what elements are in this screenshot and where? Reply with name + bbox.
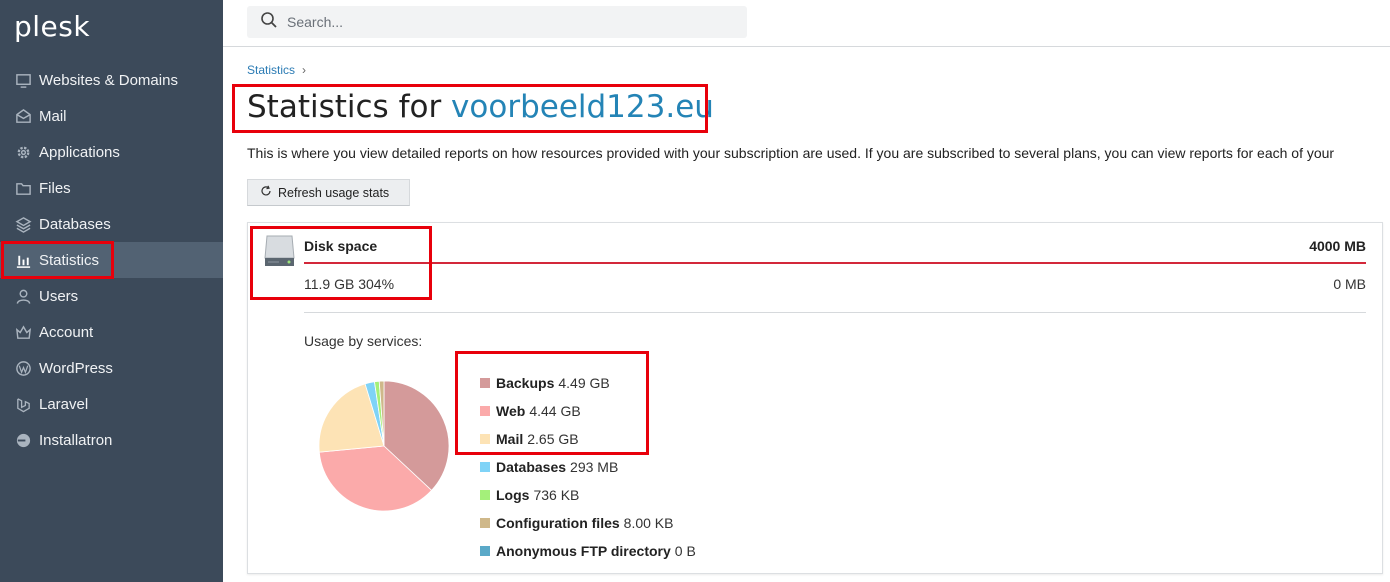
search-icon	[260, 11, 278, 34]
hard-drive-icon	[264, 235, 295, 266]
sidebar-item-statistics[interactable]: Statistics	[0, 242, 223, 278]
legend-name: Web	[496, 403, 526, 419]
usage-pie-chart	[318, 380, 450, 512]
legend-name: Configuration files	[496, 515, 620, 531]
sidebar-item-databases[interactable]: Databases	[0, 206, 223, 242]
legend-swatch	[480, 434, 490, 444]
legend-swatch	[480, 518, 490, 528]
legend-value: 4.49 GB	[558, 375, 610, 391]
legend-item: Backups 4.49 GB	[480, 369, 696, 397]
wordpress-icon	[14, 359, 32, 377]
plesk-logo[interactable]: plesk	[14, 10, 90, 43]
disk-space-used: 11.9 GB 304%	[304, 276, 395, 292]
logo-text: plesk	[14, 10, 91, 43]
legend-swatch	[480, 378, 490, 388]
search-input[interactable]	[287, 14, 727, 30]
sidebar-item-account[interactable]: Account	[0, 314, 223, 350]
disk-space-limit: 4000 MB	[1309, 238, 1366, 254]
installatron-icon	[14, 431, 32, 449]
sidebar-item-label: WordPress	[39, 359, 113, 377]
sidebar-item-installatron[interactable]: Installatron	[0, 422, 223, 458]
legend-name: Anonymous FTP directory	[496, 543, 671, 559]
gear-icon	[14, 143, 32, 161]
search-box[interactable]	[247, 6, 747, 38]
laravel-icon	[14, 395, 32, 413]
sidebar-item-applications[interactable]: Applications	[0, 134, 223, 170]
legend-item: Configuration files 8.00 KB	[480, 509, 696, 537]
legend-item: Databases 293 MB	[480, 453, 696, 481]
sidebar-item-label: Applications	[39, 143, 120, 161]
sidebar-item-label: Statistics	[39, 251, 100, 269]
breadcrumb-statistics-link[interactable]: Statistics	[247, 63, 295, 77]
sidebar-nav: Websites & Domains Mail Applications Fil…	[0, 62, 223, 458]
legend-item: Logs 736 KB	[480, 481, 696, 509]
sidebar-item-users[interactable]: Users	[0, 278, 223, 314]
disk-space-title: Disk space	[304, 238, 378, 254]
bar-chart-icon	[14, 251, 32, 269]
sidebar-item-files[interactable]: Files	[0, 170, 223, 206]
legend-swatch	[480, 546, 490, 556]
refresh-usage-stats-button[interactable]: Refresh usage stats	[247, 179, 410, 206]
sidebar-item-label: Users	[39, 287, 79, 305]
legend-value: 8.00 KB	[623, 515, 674, 531]
page-title-prefix: Statistics for	[247, 89, 452, 125]
legend-swatch	[480, 406, 490, 416]
refresh-button-label: Refresh usage stats	[278, 185, 390, 200]
layers-icon	[14, 215, 32, 233]
panel-divider	[304, 312, 1366, 313]
legend-name: Databases	[496, 459, 567, 475]
legend-item: Mail 2.65 GB	[480, 425, 696, 453]
crown-icon	[14, 323, 32, 341]
sidebar-item-laravel[interactable]: Laravel	[0, 386, 223, 422]
legend-name: Mail	[496, 431, 524, 447]
sidebar-item-label: Mail	[39, 107, 67, 125]
usage-legend: Backups 4.49 GB Web 4.44 GB Mail 2.65 GB Datab…	[480, 369, 696, 565]
top-bar	[223, 0, 1390, 47]
legend-swatch	[480, 490, 490, 500]
sidebar-item-label: Databases	[39, 215, 111, 233]
sidebar-item-label: Installatron	[39, 431, 113, 449]
sidebar-item-label: Files	[39, 179, 71, 197]
breadcrumb: Statistics ›	[247, 63, 306, 77]
sidebar-item-label: Websites & Domains	[39, 71, 178, 89]
legend-value: 736 KB	[533, 487, 580, 503]
disk-space-remaining: 0 MB	[1333, 276, 1366, 292]
page-title: Statistics for voorbeeld123.eu	[247, 89, 714, 125]
legend-swatch	[480, 462, 490, 472]
disk-space-panel: Disk space 4000 MB 11.9 GB 304% 0 MB Usa…	[247, 222, 1383, 574]
sidebar-item-websites-domains[interactable]: Websites & Domains	[0, 62, 223, 98]
page-title-domain-link[interactable]: voorbeeld123.eu	[451, 89, 714, 125]
legend-value: 4.44 GB	[529, 403, 581, 419]
legend-item: Web 4.44 GB	[480, 397, 696, 425]
legend-value: 2.65 GB	[527, 431, 579, 447]
envelope-icon	[14, 107, 32, 125]
sidebar: plesk Websites & Domains Mail Applicatio…	[0, 0, 223, 582]
refresh-icon	[260, 185, 278, 200]
legend-item: Anonymous FTP directory 0 B	[480, 537, 696, 565]
disk-usage-bar	[304, 262, 1366, 264]
monitor-icon	[14, 71, 32, 89]
sidebar-item-label: Laravel	[39, 395, 89, 413]
usage-by-services-label: Usage by services:	[304, 333, 423, 349]
legend-value: 0 B	[674, 543, 696, 559]
legend-value: 293 MB	[570, 459, 619, 475]
sidebar-item-mail[interactable]: Mail	[0, 98, 223, 134]
sidebar-item-wordpress[interactable]: WordPress	[0, 350, 223, 386]
sidebar-item-label: Account	[39, 323, 94, 341]
folder-icon	[14, 179, 32, 197]
legend-name: Backups	[496, 375, 555, 391]
breadcrumb-separator: ›	[302, 63, 307, 77]
legend-name: Logs	[496, 487, 530, 503]
user-icon	[14, 287, 32, 305]
page-description: This is where you view detailed reports …	[247, 145, 1335, 161]
